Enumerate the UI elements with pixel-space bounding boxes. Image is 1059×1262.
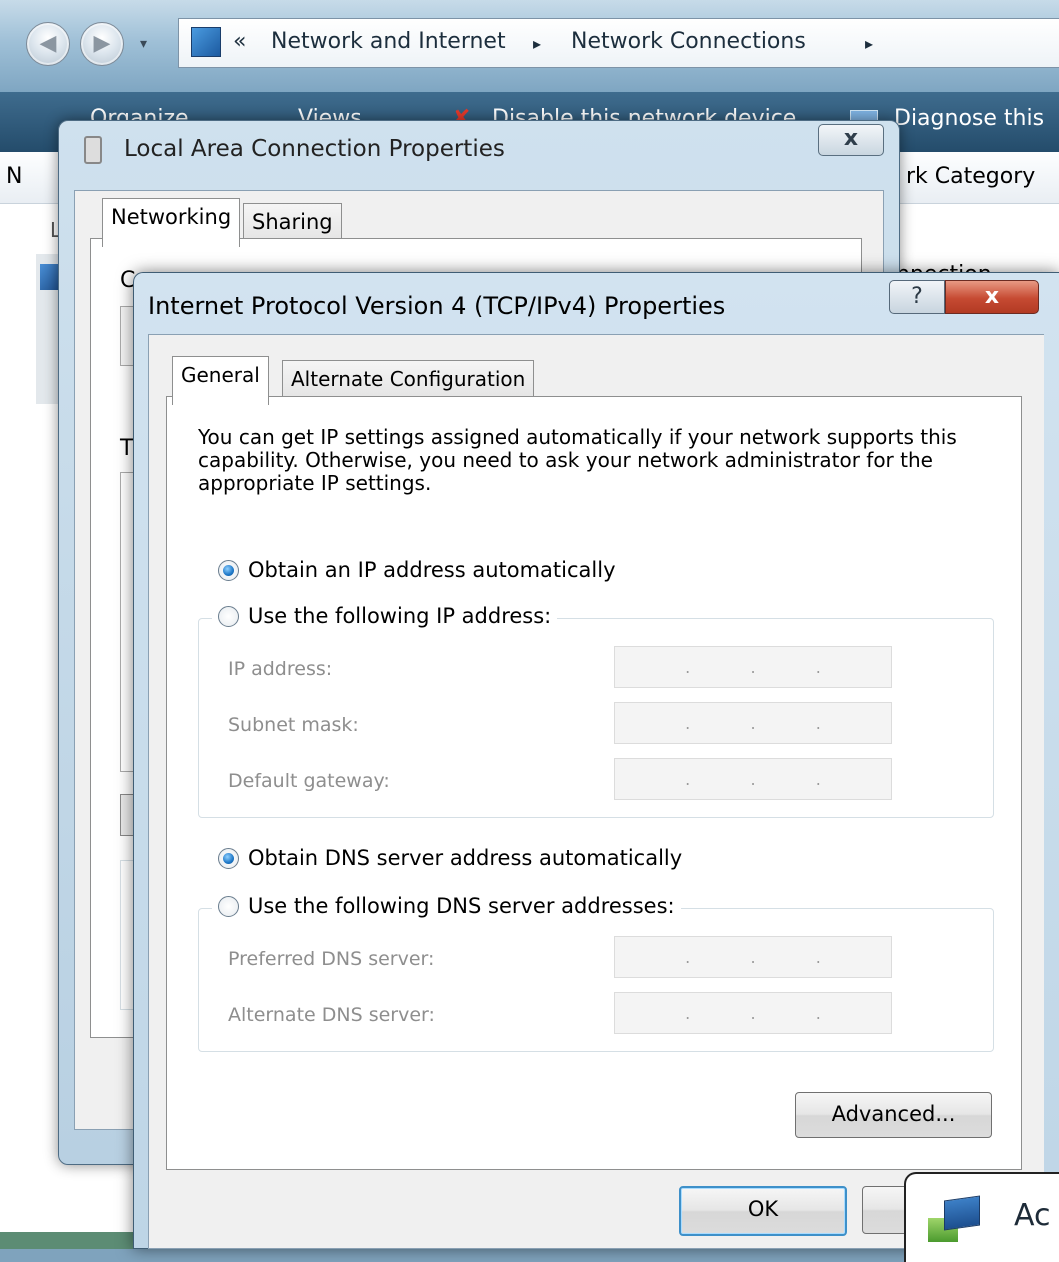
notification-title-fragment: Ac — [1014, 1198, 1051, 1233]
breadcrumb-separator-icon[interactable]: ▸ — [533, 34, 541, 53]
forward-arrow-icon: ▶ — [93, 31, 111, 56]
obtain-dns-automatically-option[interactable]: Obtain DNS server address automatically — [218, 846, 689, 870]
ok-button[interactable]: OK — [679, 1186, 847, 1236]
obtain-ip-automatically-label[interactable]: Obtain an IP address automatically — [248, 558, 616, 582]
close-icon: x — [843, 126, 859, 151]
octet-separator: . — [815, 1003, 821, 1023]
components-label-fragment: T — [120, 436, 134, 461]
ip-address-input[interactable]: ... — [614, 646, 892, 688]
alternate-dns-input[interactable]: ... — [614, 992, 892, 1034]
octet-separator: . — [815, 947, 821, 967]
advanced-button[interactable]: Advanced... — [795, 1092, 992, 1138]
use-following-ip-option[interactable]: Use the following IP address: — [212, 604, 558, 628]
use-following-dns-label[interactable]: Use the following DNS server addresses: — [248, 894, 675, 918]
octet-separator: . — [685, 769, 691, 789]
radio-unselected-icon[interactable] — [218, 605, 239, 627]
preferred-dns-input[interactable]: ... — [614, 936, 892, 978]
preferred-dns-label: Preferred DNS server: — [228, 948, 435, 970]
breadcrumb-network-connections[interactable]: Network Connections — [571, 29, 806, 54]
octet-separator: . — [815, 713, 821, 733]
subnet-mask-label: Subnet mask: — [228, 714, 359, 736]
octet-separator: . — [750, 657, 756, 677]
use-following-ip-label[interactable]: Use the following IP address: — [248, 604, 551, 628]
recent-pages-dropdown[interactable]: ▾ — [140, 36, 147, 52]
network-icon — [944, 1195, 980, 1231]
default-gateway-label: Default gateway: — [228, 770, 390, 792]
breadcrumb-network-and-internet[interactable]: Network and Internet — [271, 29, 506, 54]
back-arrow-icon: ◀ — [39, 31, 57, 56]
octet-separator: . — [685, 713, 691, 733]
lac-dialog-title: Local Area Connection Properties — [124, 136, 505, 162]
use-following-dns-option[interactable]: Use the following DNS server addresses: — [212, 894, 681, 918]
ipv4-dialog-title: Internet Protocol Version 4 (TCP/IPv4) P… — [148, 292, 726, 320]
breadcrumb-separator-icon[interactable]: ▸ — [865, 34, 873, 53]
network-folder-icon — [191, 27, 221, 57]
forward-button[interactable]: ▶ — [80, 22, 124, 66]
octet-separator: . — [750, 947, 756, 967]
octet-separator: . — [815, 769, 821, 789]
octet-separator: . — [750, 769, 756, 789]
radio-selected-icon[interactable] — [218, 847, 239, 869]
lac-close-button[interactable]: x — [818, 124, 884, 156]
tab-networking[interactable]: Networking — [102, 198, 241, 247]
close-icon: x — [984, 284, 1000, 309]
radio-selected-icon[interactable] — [218, 559, 239, 581]
help-icon: ? — [911, 284, 923, 309]
octet-separator: . — [685, 947, 691, 967]
obtain-dns-automatically-label[interactable]: Obtain DNS server address automatically — [248, 846, 682, 870]
octet-separator: . — [750, 713, 756, 733]
octet-separator: . — [750, 1003, 756, 1023]
diagnose-connection-button[interactable]: Diagnose this — [894, 106, 1044, 131]
octet-separator: . — [685, 657, 691, 677]
ipv4-close-button[interactable]: x — [945, 280, 1039, 314]
help-button[interactable]: ? — [889, 280, 945, 314]
network-plug-icon — [84, 136, 102, 164]
radio-unselected-icon[interactable] — [218, 895, 239, 917]
address-bar[interactable]: « Network and Internet ▸ Network Connect… — [178, 18, 1059, 68]
ip-address-label: IP address: — [228, 658, 333, 680]
tab-general[interactable]: General — [172, 356, 269, 405]
default-gateway-input[interactable]: ... — [614, 758, 892, 800]
column-network-category[interactable]: rk Category — [906, 164, 1035, 189]
alternate-dns-label: Alternate DNS server: — [228, 1004, 435, 1026]
address-overflow-chevron[interactable]: « — [233, 29, 246, 54]
column-name-fragment[interactable]: N — [6, 164, 22, 189]
obtain-ip-automatically-option[interactable]: Obtain an IP address automatically — [218, 558, 622, 582]
ip-settings-description: You can get IP settings assigned automat… — [198, 425, 957, 495]
subnet-mask-input[interactable]: ... — [614, 702, 892, 744]
octet-separator: . — [685, 1003, 691, 1023]
octet-separator: . — [815, 657, 821, 677]
back-button[interactable]: ◀ — [26, 22, 70, 66]
